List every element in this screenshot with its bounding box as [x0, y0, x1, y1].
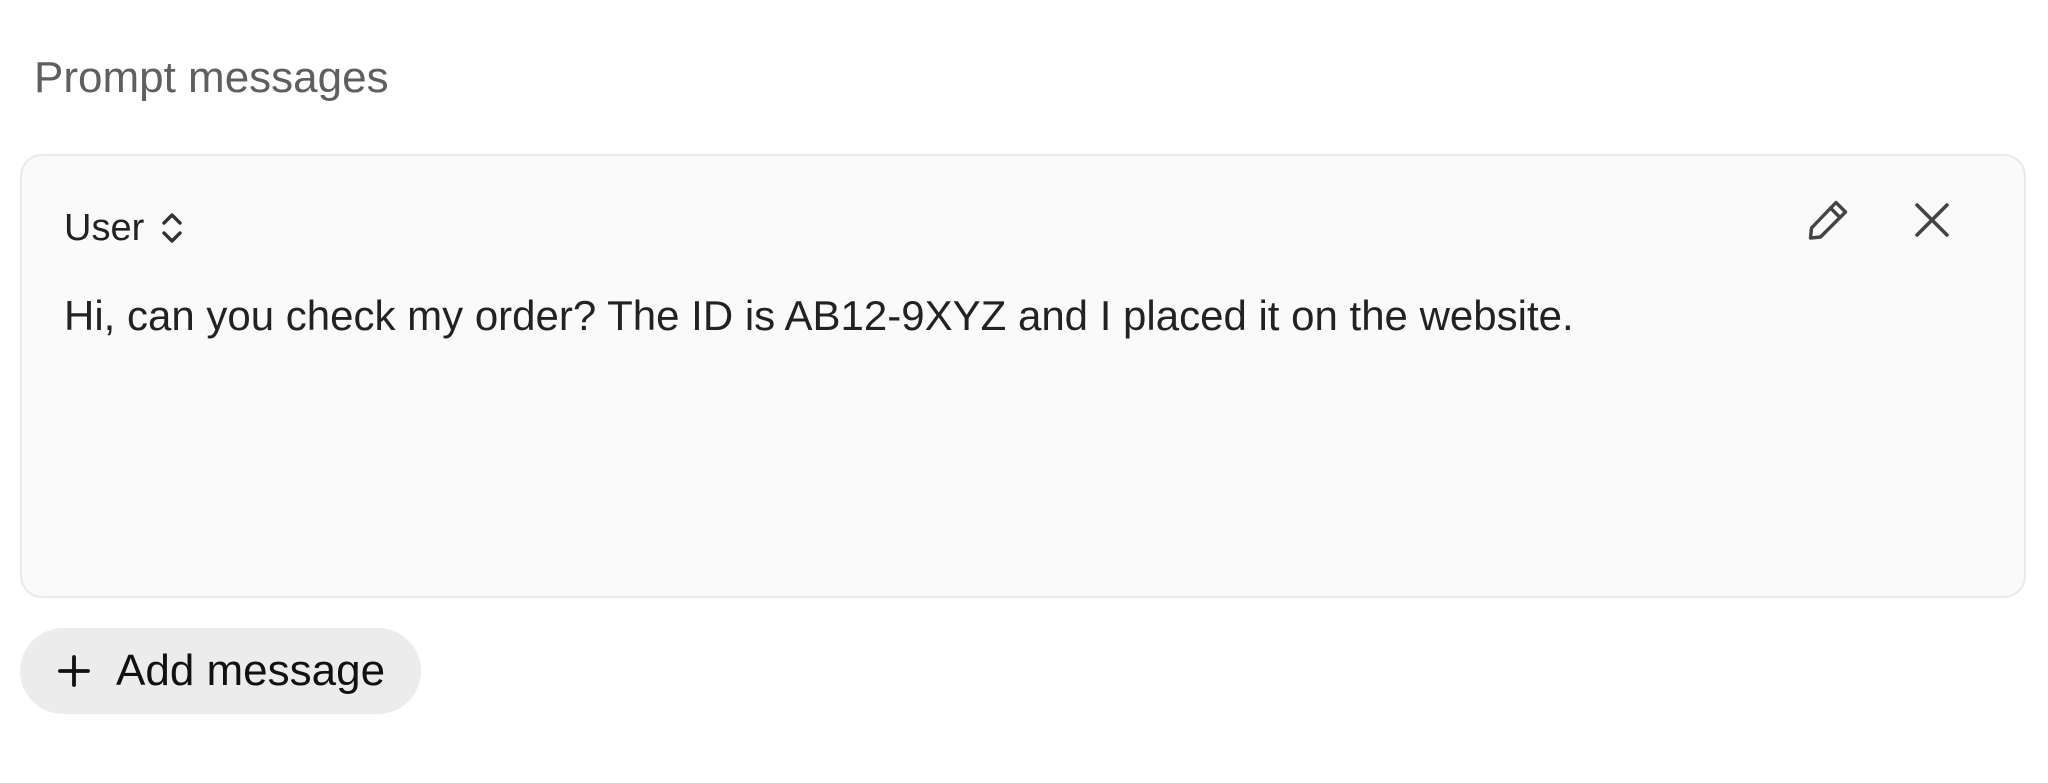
add-message-label: Add message — [116, 646, 386, 695]
pencil-icon — [1808, 200, 1848, 240]
message-card: User Hi, can you check my order? The ID … — [20, 154, 2026, 598]
edit-message-button[interactable] — [1802, 194, 1854, 246]
chevron-up-down-icon — [162, 213, 182, 243]
add-message-button[interactable]: Add message — [20, 628, 422, 714]
section-title: Prompt messages — [34, 53, 389, 102]
role-select[interactable]: User — [64, 200, 186, 256]
message-actions — [1802, 194, 1958, 246]
role-label: User — [64, 207, 145, 249]
plus-icon — [58, 655, 90, 687]
remove-message-button[interactable] — [1906, 194, 1958, 246]
close-icon — [1915, 203, 1949, 237]
message-content[interactable]: Hi, can you check my order? The ID is AB… — [64, 286, 1982, 346]
